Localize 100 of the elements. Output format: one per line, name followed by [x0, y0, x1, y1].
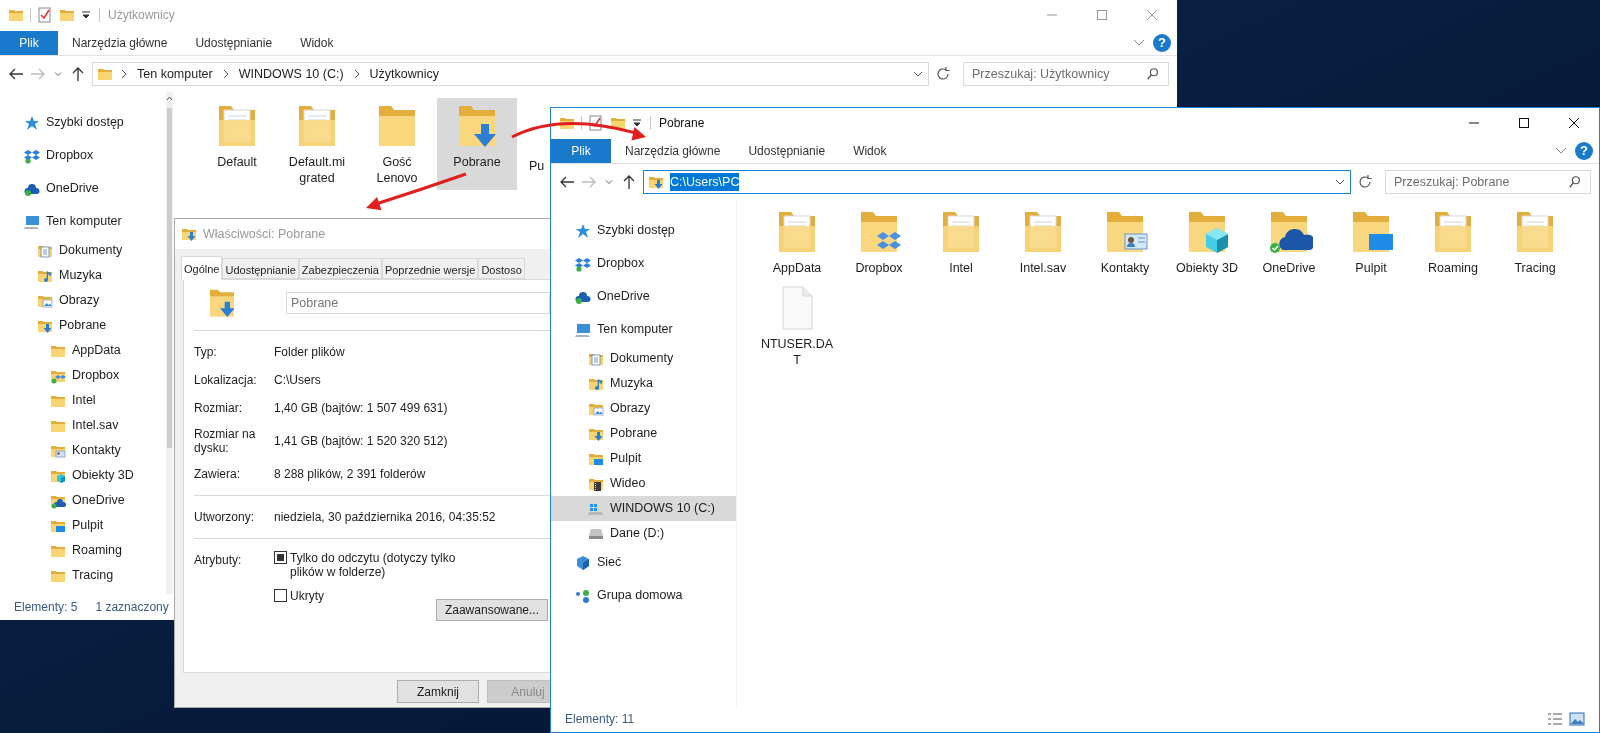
checkbox[interactable]	[274, 589, 287, 602]
sidebar-item[interactable]: Dropbox	[0, 363, 166, 388]
breadcrumb-item[interactable]: WINDOWS 10 (C:)	[236, 64, 346, 84]
sidebar-item[interactable]: Intel	[0, 388, 166, 413]
file-item[interactable]: Kontakty	[1084, 204, 1166, 280]
file-item[interactable]: Pu	[517, 98, 545, 190]
up-arrow-icon[interactable]	[70, 66, 86, 82]
sidebar-item[interactable]: Obiekty 3D	[0, 463, 166, 488]
ribbon-tab[interactable]: Narzędzia główne	[611, 138, 735, 163]
sidebar-item[interactable]: OneDrive	[0, 172, 166, 205]
sidebar-item[interactable]: Kontakty	[0, 438, 166, 463]
refresh-icon[interactable]	[935, 66, 951, 82]
help-button[interactable]: ?	[1153, 33, 1171, 52]
properties-icon[interactable]	[37, 7, 53, 23]
back-arrow-icon[interactable]	[8, 66, 24, 82]
file-item[interactable]: Pobrane	[437, 98, 517, 190]
large-icons-view-icon[interactable]	[1569, 711, 1585, 727]
field-value: 1,41 GB (bajtów: 1 520 320 512)	[274, 433, 448, 450]
sidebar-item[interactable]: Dane (D:)	[551, 521, 736, 546]
address-bar[interactable]: Ten komputer WINDOWS 10 (C:) Użytkownicy	[92, 62, 929, 86]
file-item[interactable]: Obiekty 3D	[1166, 204, 1248, 280]
dropdown-icon[interactable]	[81, 10, 91, 20]
sidebar-item[interactable]: Dropbox	[0, 139, 166, 172]
sidebar-item[interactable]: Dropbox	[551, 247, 736, 280]
file-item[interactable]: OneDrive	[1248, 204, 1330, 280]
sidebar-item[interactable]: Grupa domowa	[551, 579, 736, 612]
sidebar-item[interactable]: OneDrive	[0, 488, 166, 513]
file-item[interactable]: Gość Lenovo	[357, 98, 437, 190]
search-icon[interactable]	[1568, 175, 1582, 189]
breadcrumb-item[interactable]: Użytkownicy	[367, 64, 442, 84]
file-item[interactable]: Tracing	[1494, 204, 1576, 280]
scrollbar[interactable]	[166, 92, 173, 594]
field-label: Utworzony:	[194, 510, 256, 524]
sidebar-item[interactable]: Pulpit	[0, 513, 166, 538]
file-item[interactable]: Intel.sav	[1002, 204, 1084, 280]
chevron-up-icon[interactable]	[166, 95, 173, 102]
sidebar-item[interactable]: Szybki dostęp	[551, 214, 736, 247]
search-icon[interactable]	[1146, 67, 1160, 81]
up-arrow-icon[interactable]	[621, 174, 637, 190]
maximize-icon[interactable]	[1518, 117, 1530, 129]
sidebar-item[interactable]: Intel.sav	[0, 413, 166, 438]
dialog-tab[interactable]: Dostoso	[478, 258, 525, 279]
sidebar-item[interactable]: Muzyka	[551, 371, 736, 396]
breadcrumb-item[interactable]: Ten komputer	[135, 64, 215, 84]
sidebar-item[interactable]: Dokumenty	[551, 346, 736, 371]
ribbon-tab[interactable]: Widok	[286, 30, 348, 55]
close-icon[interactable]	[1568, 117, 1580, 129]
sidebar-item[interactable]: AppData	[0, 338, 166, 363]
folder-icon[interactable]	[610, 115, 626, 131]
refresh-icon[interactable]	[1357, 174, 1373, 190]
file-item[interactable]: Default.migrated	[277, 98, 357, 190]
sidebar-item[interactable]: Ten komputer	[551, 313, 736, 346]
search-field[interactable]: Przeszukaj: Pobrane	[1385, 170, 1591, 194]
scrollbar-thumb[interactable]	[167, 108, 172, 448]
file-item[interactable]: Pulpit	[1330, 204, 1412, 280]
sidebar-item[interactable]: Szybki dostęp	[0, 106, 166, 139]
sidebar-item[interactable]: WINDOWS 10 (C:)	[551, 496, 736, 521]
ribbon-tab[interactable]: Widok	[839, 138, 901, 163]
dropdown-icon[interactable]	[632, 118, 642, 128]
advanced-button[interactable]: Zaawansowane...	[435, 599, 548, 621]
sidebar-item[interactable]: Muzyka	[0, 263, 166, 288]
sidebar-item[interactable]: Obrazy	[0, 288, 166, 313]
dialog-tab[interactable]: Poprzednie wersje	[381, 258, 479, 279]
properties-icon[interactable]	[588, 115, 604, 131]
file-item[interactable]: Intel	[920, 204, 1002, 280]
ribbon-tab[interactable]: Narzędzia główne	[58, 30, 182, 55]
sidebar-item[interactable]: Roaming	[0, 538, 166, 563]
back-arrow-icon[interactable]	[559, 174, 575, 190]
status-text: Elementy: 11	[565, 711, 635, 728]
ribbon-tab[interactable]: Udostępnianie	[181, 30, 287, 55]
sidebar-item[interactable]: Pobrane	[0, 313, 166, 338]
chevron-right-icon[interactable]	[119, 69, 129, 79]
file-item[interactable]: Default	[197, 98, 277, 190]
file-item[interactable]: Dropbox	[838, 204, 920, 280]
sidebar-item[interactable]: Dokumenty	[0, 238, 166, 263]
file-item[interactable]: Roaming	[1412, 204, 1494, 280]
sidebar-item[interactable]: Wideo	[551, 471, 736, 496]
dialog-tab[interactable]: Udostępnianie	[222, 258, 299, 279]
sidebar-item[interactable]: Pobrane	[551, 421, 736, 446]
field-value: niedziela, 30 października 2016, 04:35:52	[274, 509, 496, 526]
sidebar-item[interactable]: Sieć	[551, 546, 736, 579]
search-field[interactable]: Przeszukaj: Użytkownicy	[963, 62, 1169, 86]
sidebar-item[interactable]: OneDrive	[551, 280, 736, 313]
file-item[interactable]: AppData	[756, 204, 838, 280]
sidebar-item[interactable]: Ten komputer	[0, 205, 166, 238]
ribbon-tab[interactable]: Udostępnianie	[734, 138, 840, 163]
dialog-tab[interactable]: Zabezpieczenia	[298, 258, 382, 279]
folder-icon[interactable]	[559, 115, 575, 131]
name-field[interactable]: Pobrane	[286, 292, 550, 314]
checkbox[interactable]	[274, 551, 287, 564]
sidebar-item[interactable]: Tracing	[0, 563, 166, 588]
sidebar-item[interactable]: Pulpit	[551, 446, 736, 471]
help-button[interactable]: ?	[1575, 141, 1593, 160]
dialog-button[interactable]: Zamknij	[397, 680, 479, 703]
file-tab[interactable]: Plik	[551, 138, 611, 163]
file-item[interactable]: NTUSER.DAT	[756, 280, 838, 372]
sidebar-item[interactable]: Obrazy	[551, 396, 736, 421]
file-tab[interactable]: Plik	[0, 30, 58, 55]
address-bar[interactable]: C:\Users\PC	[643, 170, 1351, 194]
dialog-tab[interactable]: Ogólne	[181, 256, 223, 280]
